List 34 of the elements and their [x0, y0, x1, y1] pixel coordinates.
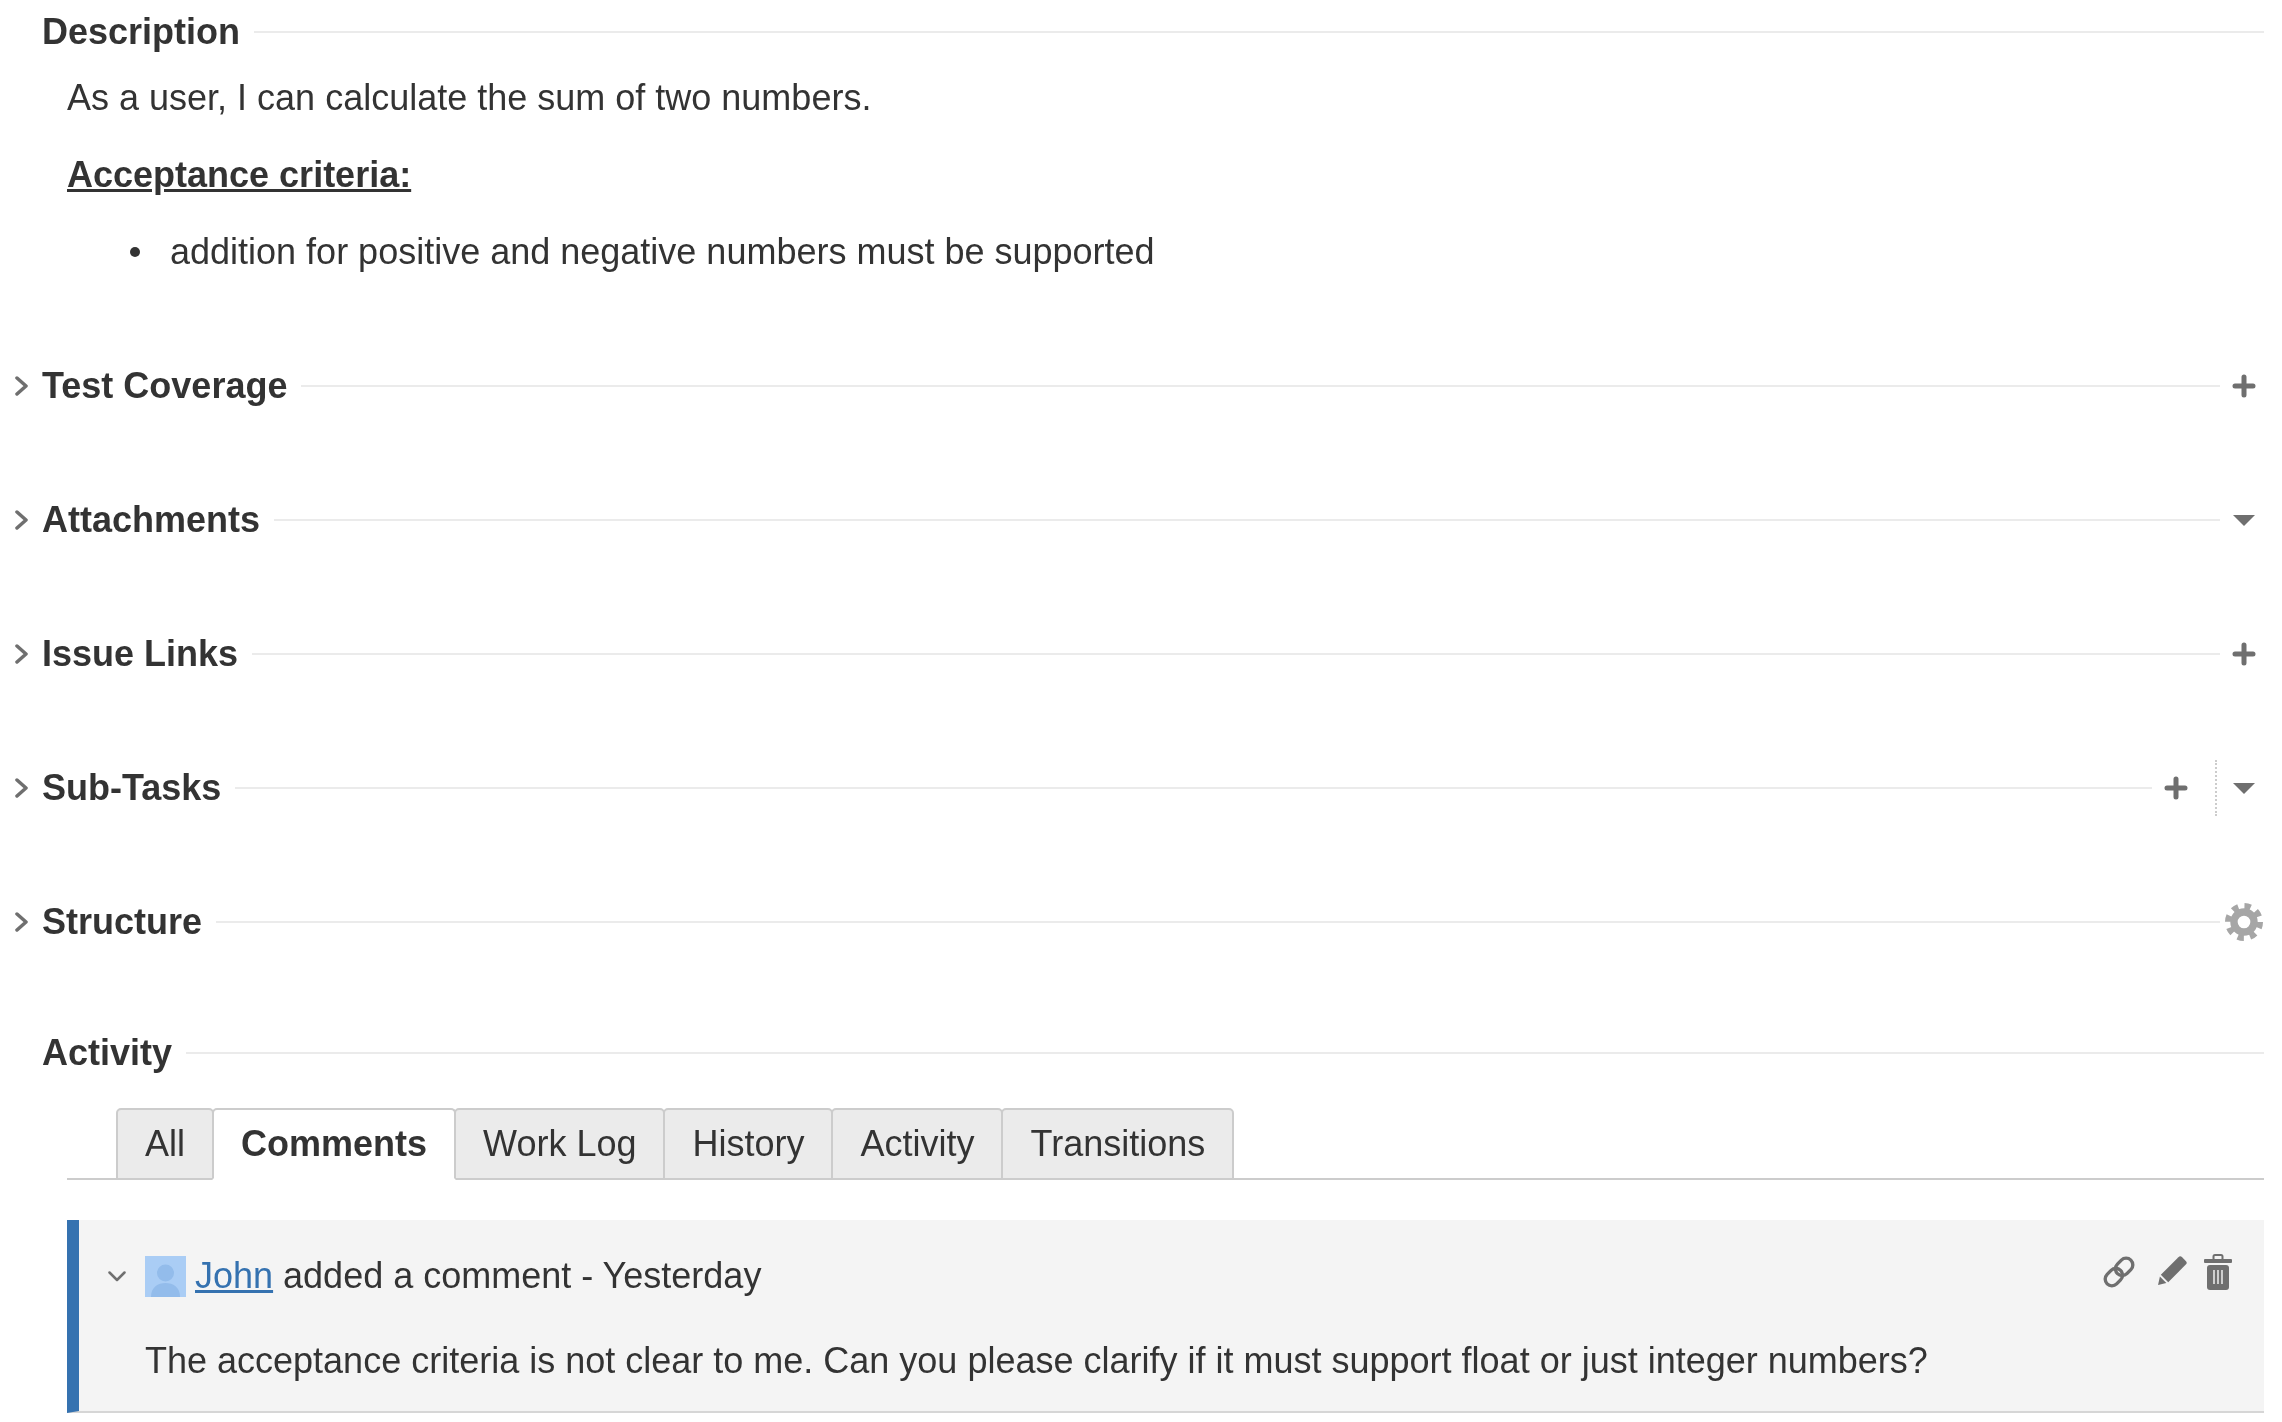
- chevron-right-icon[interactable]: [15, 376, 29, 396]
- caret-icon: [2233, 514, 2255, 526]
- activity-tab[interactable]: History: [663, 1108, 834, 1180]
- plus-icon: [2232, 642, 2256, 666]
- chevron-right-icon[interactable]: [15, 778, 29, 798]
- section-heading: Test Coverage: [42, 364, 288, 408]
- avatar-icon: [145, 1255, 186, 1297]
- activity-tab[interactable]: All: [116, 1108, 214, 1180]
- caret-icon: [2233, 782, 2255, 794]
- description-text: As a user, I can calculate the sum of two numbers.: [67, 76, 872, 120]
- criteria-item: addition for positive and negative numbers must be supported: [170, 230, 1155, 274]
- chevron-right-icon[interactable]: [15, 912, 29, 932]
- delete-button[interactable]: [2204, 1254, 2232, 1290]
- gear-icon: [2225, 903, 2263, 941]
- activity-tab[interactable]: Comments: [212, 1108, 457, 1180]
- plus-icon: [2164, 776, 2188, 800]
- chevron-right-icon[interactable]: [15, 644, 29, 664]
- trash-icon: [2204, 1254, 2232, 1290]
- comment-header-text: John added a comment - Yesterday: [195, 1254, 762, 1298]
- activity-tab[interactable]: Work Log: [454, 1108, 666, 1180]
- section-heading: Description: [42, 10, 241, 54]
- activity-tab[interactable]: Activity: [831, 1108, 1004, 1180]
- section-heading: Structure: [42, 900, 203, 944]
- plus-icon: [2232, 374, 2256, 398]
- chevron-right-icon[interactable]: [15, 510, 29, 530]
- section-heading: Attachments: [42, 498, 261, 542]
- activity-tab[interactable]: Transitions: [1001, 1108, 1235, 1180]
- section-heading: Activity: [42, 1031, 173, 1075]
- criteria-heading: Acceptance criteria:: [67, 153, 412, 197]
- section-heading: Issue Links: [42, 632, 239, 676]
- comment-text: The acceptance criteria is not clear to me. Can you please clarify if it must support float or just integer numbers?: [145, 1339, 1928, 1383]
- bullet-icon: [130, 246, 140, 257]
- author-link[interactable]: John: [195, 1255, 274, 1296]
- section-heading: Sub-Tasks: [42, 766, 222, 810]
